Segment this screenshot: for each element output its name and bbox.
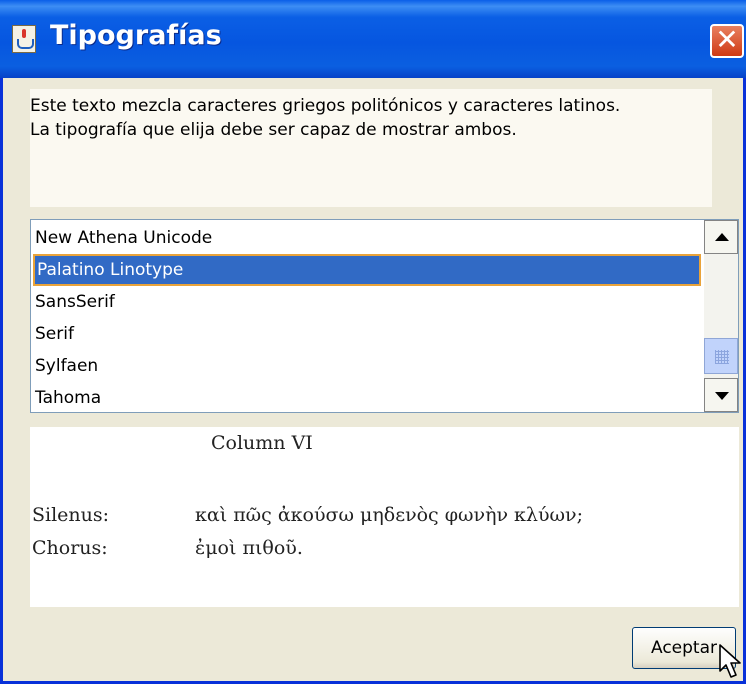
font-list[interactable]: New Athena Unicode Palatino Linotype San… [30,219,739,413]
font-list-item-selected[interactable]: Palatino Linotype [33,254,701,286]
font-list-item[interactable]: Sylfaen [33,350,701,382]
arrow-up-icon [715,233,729,241]
info-text-area: Este texto mezcla caracteres griegos pol… [30,89,712,207]
java-cup-icon [12,25,36,53]
info-line-1: Este texto mezcla caracteres griegos pol… [30,96,621,116]
info-line-2: La tipografía que elija debe ser capaz d… [30,120,517,140]
mouse-pointer-icon [719,644,741,678]
font-list-items: New Athena Unicode Palatino Linotype San… [31,220,704,412]
close-button[interactable]: ✕ [710,24,744,58]
arrow-down-icon [715,392,729,400]
font-list-item[interactable]: New Athena Unicode [33,222,701,254]
preview-heading: Column VI [211,432,313,454]
preview-speaker: Silenus: [32,504,110,526]
font-list-item[interactable]: SansSerif [33,286,701,318]
preview-greek-line: ἐμοὶ πιθοῦ. [195,537,303,559]
grip-icon [715,350,729,364]
scroll-thumb[interactable] [704,338,738,374]
font-preview: Column VI Silenus: καὶ πῶς ἀκούσω μηδενὸ… [30,427,739,607]
vertical-scrollbar[interactable] [704,220,738,412]
preview-greek-line: καὶ πῶς ἀκούσω μηδενὸς φωνὴν κλύων; [195,504,583,526]
font-list-item[interactable]: Tahoma [33,382,701,412]
title-bar[interactable]: Tipografías ✕ [0,0,746,78]
scroll-up-button[interactable] [704,220,738,254]
scroll-down-button[interactable] [704,378,738,412]
font-list-item[interactable]: Serif [33,318,701,350]
window-title: Tipografías [50,20,222,51]
preview-speaker: Chorus: [32,537,108,559]
font-dialog-window: Tipografías ✕ Este texto mezcla caracter… [0,0,746,684]
